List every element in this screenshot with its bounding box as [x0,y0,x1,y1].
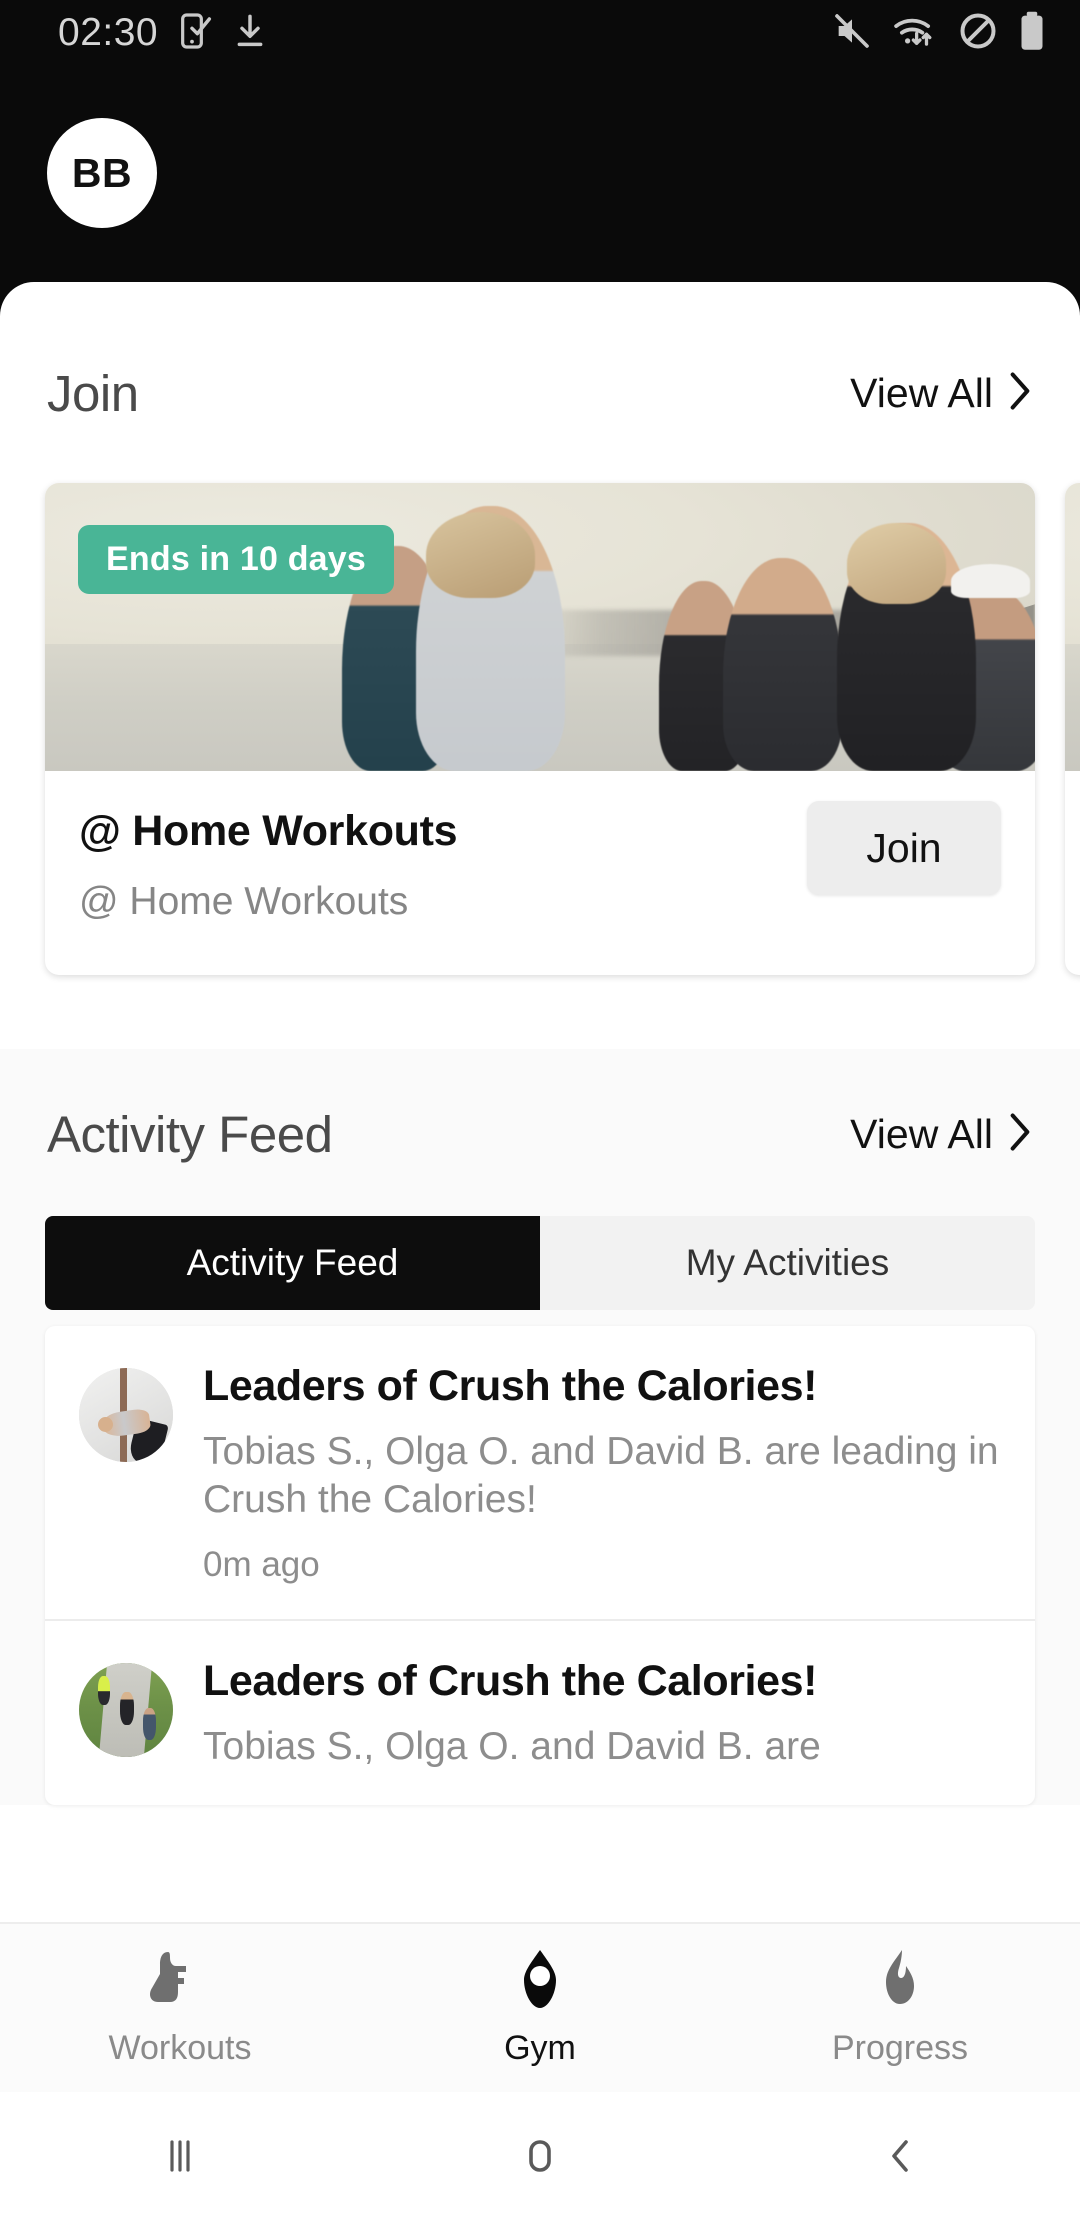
nav-item-gym-label: Gym [504,2029,576,2067]
challenge-cards-rail[interactable]: Ends in 10 days @ Home Workouts @ Home W… [0,483,1080,1003]
challenge-card-title: @ Home Workouts [79,807,458,855]
challenge-card-photo: Ends in 10 days [45,483,1035,771]
section-divider [0,1003,1080,1049]
list-item-description: Tobias S., Olga O. and David B. are [203,1725,821,1769]
feed-section-title: Activity Feed [47,1106,333,1163]
tab-activity-feed[interactable]: Activity Feed [45,1216,540,1310]
join-section-header: Join View All [0,364,1080,423]
challenge-card-next-photo [1065,483,1080,771]
status-bar: 02:30 [0,0,1080,66]
feed-tab-bar: Activity Feed My Activities [45,1216,1035,1310]
profile-avatar-button[interactable]: BB [47,118,157,228]
bottom-navigation: Workouts Gym Progress [0,1922,1080,2092]
tab-my-activities[interactable]: My Activities [540,1216,1035,1310]
flame-icon [864,1948,936,2015]
status-clock: 02:30 [58,11,159,54]
nav-item-gym[interactable]: Gym [360,1948,720,2068]
android-navigation-bar [0,2092,1080,2220]
list-item-text: Leaders of Crush the Calories! Tobias S.… [203,1657,1001,1771]
avatar [79,1663,173,1758]
feed-view-all-button[interactable]: View All [850,1110,1033,1159]
recents-icon[interactable] [0,2132,360,2180]
challenge-card-body: @ Home Workouts @ Home Workouts Join [45,771,1035,975]
phone-check-icon [180,12,212,55]
activity-feed-list: Leaders of Crush the Calories! Tobias S.… [45,1326,1035,1806]
status-bar-right [832,10,1046,57]
challenge-ends-badge: Ends in 10 days [78,525,394,594]
back-icon[interactable] [720,2132,1080,2180]
chevron-right-icon [1007,369,1033,418]
app-header: BB [0,66,1080,282]
list-item-timestamp: 0m ago [203,1545,320,1585]
nav-item-progress-label: Progress [831,2029,969,2067]
list-item[interactable]: Leaders of Crush the Calories! Tobias S.… [45,1326,1035,1619]
feed-view-all-label: View All [850,1111,993,1157]
join-section-title: Join [47,365,139,422]
challenge-card-subtitle: @ Home Workouts [79,880,409,923]
list-item-text: Leaders of Crush the Calories! Tobias S.… [203,1362,1001,1585]
phone-screen: 02:30 BB Join View All Ends in 10 days @… [0,0,1080,2220]
list-item-title: Leaders of Crush the Calories! [203,1362,818,1410]
challenge-card-next[interactable] [1065,483,1080,975]
nav-item-workouts-label: Workouts [108,2029,252,2067]
home-icon[interactable] [360,2132,720,2180]
list-item-description: Tobias S., Olga O. and David B. are lead… [203,1430,999,1521]
avatar-initials: BB [71,149,133,196]
feed-section-header: Activity Feed View All [0,1105,1080,1164]
challenge-card-next-body [1065,771,1080,975]
join-view-all-label: View All [850,370,993,416]
join-view-all-button[interactable]: View All [850,369,1033,418]
avatar [79,1368,173,1462]
join-section: Join View All Ends in 10 days @ Home Wor… [0,282,1080,1003]
do-not-disturb-icon [958,11,998,56]
shoe-icon [144,1948,216,2015]
nav-item-progress[interactable]: Progress [720,1948,1080,2068]
activity-feed-section: Activity Feed View All Activity Feed My … [0,1049,1080,1806]
status-bar-left: 02:30 [58,11,266,55]
challenge-join-button[interactable]: Join [807,801,1001,895]
battery-icon [1018,10,1046,57]
content-sheet: Join View All Ends in 10 days @ Home Wor… [0,282,1080,1922]
challenge-card-texts: @ Home Workouts @ Home Workouts [79,801,458,924]
list-item[interactable]: Leaders of Crush the Calories! Tobias S.… [45,1619,1035,1805]
gym-diamond-icon [504,1948,576,2015]
chevron-right-icon [1007,1110,1033,1159]
download-icon [234,12,266,55]
mute-icon [832,11,872,56]
nav-item-workouts[interactable]: Workouts [0,1948,360,2068]
list-item-title: Leaders of Crush the Calories! [203,1657,818,1706]
wifi-transfer-icon [892,11,938,56]
challenge-card[interactable]: Ends in 10 days @ Home Workouts @ Home W… [45,483,1035,975]
